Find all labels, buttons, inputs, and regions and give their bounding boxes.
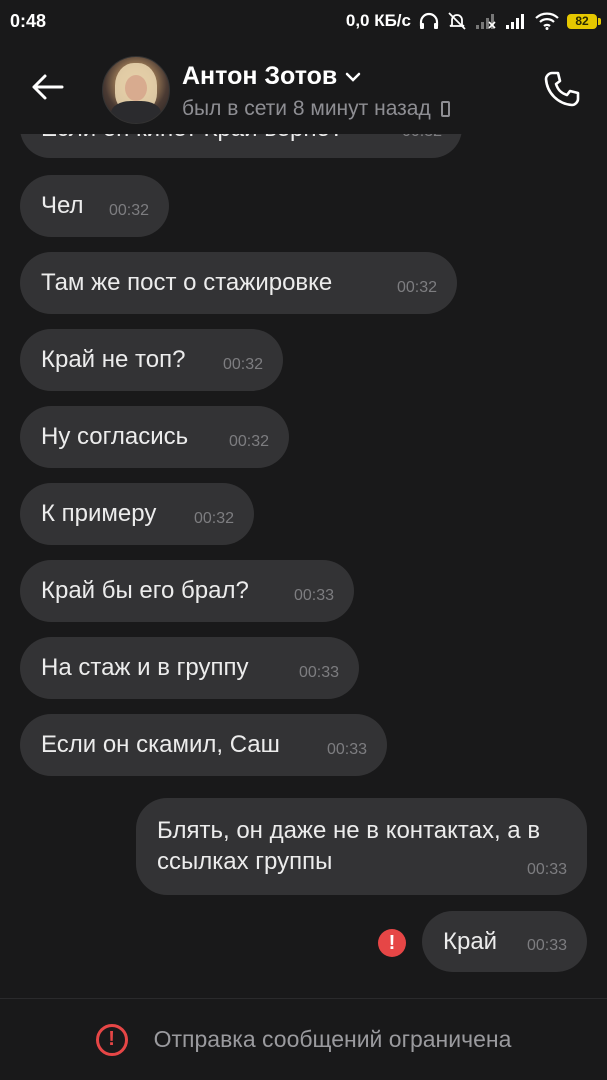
message-text: На стаж и в группу (41, 654, 249, 681)
status-icons: 0,0 КБ/с 82 (345, 11, 601, 31)
back-arrow-icon (32, 74, 64, 100)
message-time: 00:32 (193, 510, 234, 527)
restriction-text: Отправка сообщений ограничена (153, 1026, 512, 1052)
message-bubble[interactable]: На стаж и в группу 00:33 (20, 637, 359, 699)
last-seen-text: был в сети 8 минут назад (182, 97, 431, 120)
message-time: 00:32 (396, 279, 437, 296)
message-bubble[interactable]: Ну согласись 00:32 (20, 406, 289, 468)
chat-header: Антон Зотов был в сети 8 минут назад (0, 42, 607, 134)
message-text: К примеру (41, 500, 157, 527)
battery-level: 82 (575, 14, 589, 28)
phone-device-icon (440, 101, 450, 117)
message-time: 00:33 (526, 937, 567, 954)
message-bubble[interactable]: Там же пост о стажировке 00:32 (20, 252, 457, 314)
mute-icon (447, 11, 467, 31)
battery-icon: 82 (567, 13, 601, 29)
message-bubble-outgoing[interactable]: Край 00:33 (422, 911, 587, 972)
message-text: Ну согласись (41, 423, 189, 450)
message-time: 00:32 (108, 202, 149, 219)
message-time: 00:33 (326, 741, 367, 758)
status-bar: 0:48 0,0 КБ/с 82 (0, 0, 607, 42)
message-bubble[interactable]: Край бы его брал? 00:33 (20, 560, 354, 622)
status-time: 0:48 (10, 10, 47, 31)
message-time: 00:33 (298, 664, 339, 681)
phone-call-icon (544, 71, 580, 107)
contact-name[interactable]: Антон Зотов (182, 62, 361, 91)
message-bubble[interactable]: Чел 00:32 (20, 175, 169, 237)
call-button[interactable] (539, 66, 585, 112)
message-text: Край бы его брал? (41, 577, 249, 604)
contact-status: был в сети 8 минут назад (182, 97, 450, 121)
back-button[interactable] (24, 64, 70, 110)
send-failed-icon[interactable]: ! (378, 929, 406, 957)
headphones-icon (419, 12, 439, 30)
avatar[interactable] (102, 56, 170, 124)
signal-icon (505, 12, 527, 30)
message-time: 00:33 (293, 587, 334, 604)
restriction-bar: ! Отправка сообщений ограничена (0, 999, 607, 1080)
message-time: 00:33 (526, 861, 567, 878)
message-bubble[interactable]: Край не топ? 00:32 (20, 329, 283, 391)
message-text: Чел (41, 192, 84, 219)
net-speed: 0,0 КБ/с (345, 11, 411, 30)
message-time: 00:32 (228, 433, 269, 450)
message-bubble[interactable]: К примеру 00:32 (20, 483, 254, 545)
message-text: Если он скамил, Саш (41, 731, 280, 758)
contact-name-text: Антон Зотов (182, 62, 338, 90)
message-time: 00:32 (222, 356, 263, 373)
message-bubble[interactable]: Если он скамил, Саш 00:33 (20, 714, 387, 776)
wifi-icon (535, 12, 559, 30)
signal-off-icon (475, 12, 497, 30)
chat-screen: Если он кинет Край верно? 00:32 Чел 00:3… (0, 0, 607, 1080)
message-text: Край не топ? (41, 346, 186, 373)
message-bubble-outgoing[interactable]: Блять, он даже не в контактах, а в ссылк… (136, 798, 587, 895)
message-text: Блять, он даже не в контактах, а в ссылк… (157, 817, 541, 875)
warning-icon: ! (95, 1023, 128, 1056)
chevron-down-icon (346, 72, 361, 82)
message-list[interactable]: Если он кинет Край верно? 00:32 Чел 00:3… (0, 0, 607, 1000)
message-text: Там же пост о стажировке (41, 269, 333, 296)
message-text: Край (443, 928, 498, 955)
